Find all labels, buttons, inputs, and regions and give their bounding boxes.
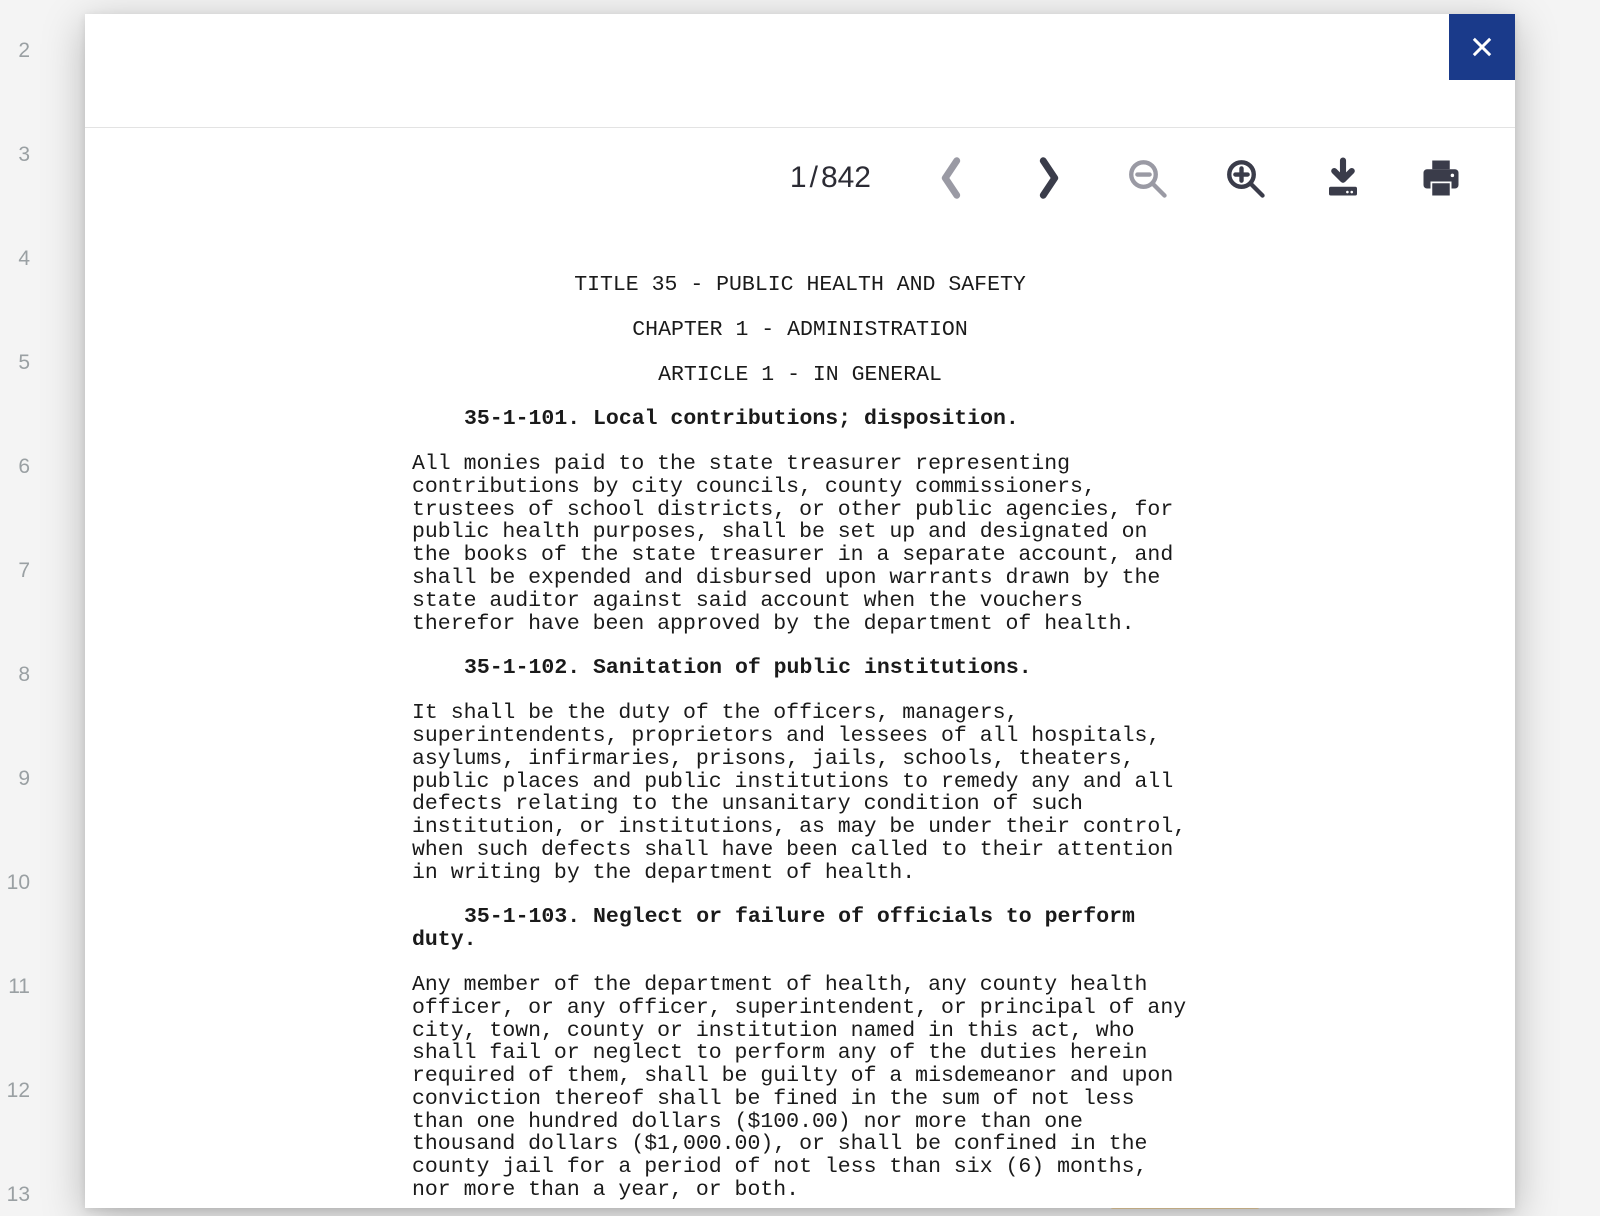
zoom-in-icon: [1224, 157, 1266, 199]
doc-chapter-line: CHAPTER 1 - ADMINISTRATION: [412, 319, 1188, 342]
close-icon: [1468, 33, 1496, 61]
doc-article-line: ARTICLE 1 - IN GENERAL: [412, 364, 1188, 387]
document-page: TITLE 35 - PUBLIC HEALTH AND SAFETY CHAP…: [412, 274, 1188, 1208]
close-button[interactable]: [1449, 14, 1515, 80]
zoom-in-button[interactable]: [1221, 154, 1269, 202]
chevron-right-icon: [1034, 155, 1064, 201]
section-body: It shall be the duty of the officers, ma…: [412, 702, 1188, 884]
prev-page-button[interactable]: [927, 154, 975, 202]
document-viewer-modal: 1/842: [85, 14, 1515, 1208]
doc-title-line: TITLE 35 - PUBLIC HEALTH AND SAFETY: [412, 274, 1188, 297]
zoom-out-icon: [1126, 157, 1168, 199]
section-body: All monies paid to the state treasurer r…: [412, 453, 1188, 635]
page-total: 842: [821, 161, 871, 194]
download-icon: [1322, 157, 1364, 199]
page-separator: /: [810, 161, 818, 194]
next-page-button[interactable]: [1025, 154, 1073, 202]
section-heading: 35-1-102. Sanitation of public instituti…: [412, 657, 1188, 680]
page-indicator: 1/842: [790, 161, 871, 195]
modal-header-gap: [85, 14, 1515, 128]
download-button[interactable]: [1319, 154, 1367, 202]
section-heading: 35-1-103. Neglect or failure of official…: [412, 906, 1188, 952]
viewer-toolbar: 1/842: [85, 128, 1515, 228]
print-button[interactable]: [1417, 154, 1465, 202]
section-heading: 35-1-101. Local contributions; dispositi…: [412, 408, 1188, 431]
chevron-left-icon: [936, 155, 966, 201]
section-body: Any member of the department of health, …: [412, 974, 1188, 1202]
modal-overlay: 1/842: [0, 0, 1600, 1216]
page-current: 1: [790, 161, 807, 194]
print-icon: [1420, 157, 1462, 199]
zoom-out-button[interactable]: [1123, 154, 1171, 202]
document-scroll-area[interactable]: TITLE 35 - PUBLIC HEALTH AND SAFETY CHAP…: [85, 228, 1515, 1208]
